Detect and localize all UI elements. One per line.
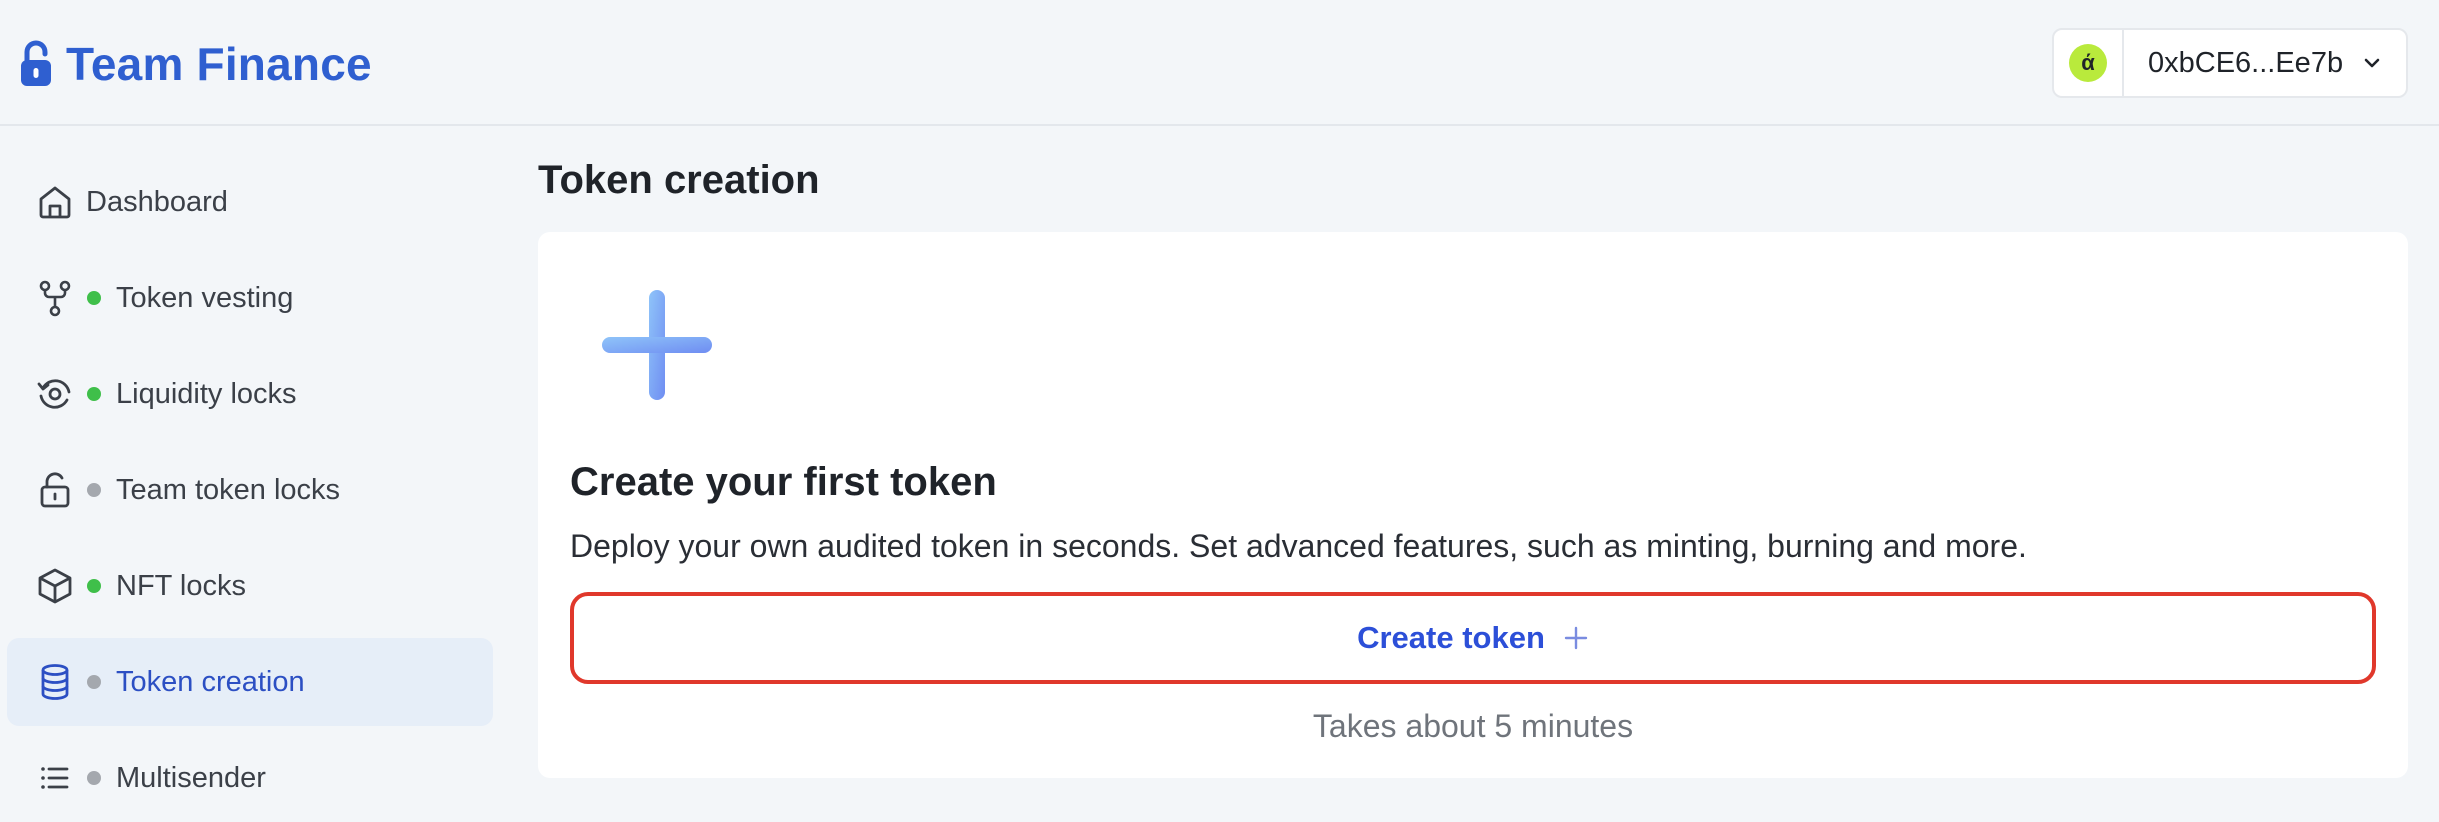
sidebar-item-team-token-locks[interactable]: Team token locks [7,446,493,534]
create-token-card: Create your first token Deploy your own … [538,232,2408,778]
sidebar-item-dashboard[interactable]: Dashboard [7,158,493,246]
wallet-avatar-cell: ά [2054,30,2124,96]
status-dot [87,579,101,593]
sidebar-item-label: Token vesting [116,281,294,314]
branch-icon [39,280,71,317]
unlock-icon [40,472,70,508]
sidebar-item-label: Team token locks [116,473,341,506]
sidebar-item-label: Dashboard [86,185,228,218]
sidebar-item-label: Token creation [116,665,305,698]
brand-logo[interactable]: Team Finance [20,36,372,92]
list-icon [41,767,69,789]
status-dot [87,483,101,497]
wallet-address: 0xbCE6...Ee7b [2148,46,2344,79]
sidebar: Dashboard Token vesting Liquidity locks [0,126,500,806]
status-dot [87,291,101,305]
sidebar-item-liquidity-locks[interactable]: Liquidity locks [7,350,493,438]
sidebar-item-label: Liquidity locks [116,377,297,410]
home-icon [39,186,71,219]
sidebar-item-multisender[interactable]: Multisender [7,734,493,822]
sidebar-item-token-creation[interactable]: Token creation [7,638,493,726]
chevron-down-icon [2364,58,2380,68]
refresh-lock-icon [37,379,71,409]
top-bar: Team Finance ά 0xbCE6...Ee7b [0,0,2439,126]
sidebar-item-label: NFT locks [116,569,246,602]
create-token-button-label: Create token [1357,620,1545,655]
database-icon [41,664,69,700]
brand-name: Team Finance [66,38,372,90]
wallet-button[interactable]: ά 0xbCE6...Ee7b [2052,28,2408,98]
sidebar-item-label: Multisender [116,761,266,794]
sidebar-item-token-vesting[interactable]: Token vesting [7,254,493,342]
plus-icon [1564,626,1588,650]
plus-icon [602,290,712,400]
duration-note: Takes about 5 minutes [1312,708,1634,744]
sidebar-item-nft-locks[interactable]: NFT locks [7,542,493,630]
status-dot [87,387,101,401]
status-dot [87,771,101,785]
wallet-avatar: ά [2069,44,2107,82]
card-title: Create your first token [570,460,997,504]
page-title: Token creation [538,158,820,202]
padlock-icon [21,40,51,86]
cube-icon [38,568,72,604]
status-dot [87,675,101,689]
create-token-button[interactable]: Create token [570,592,2376,684]
card-description: Deploy your own audited token in seconds… [570,528,2027,564]
